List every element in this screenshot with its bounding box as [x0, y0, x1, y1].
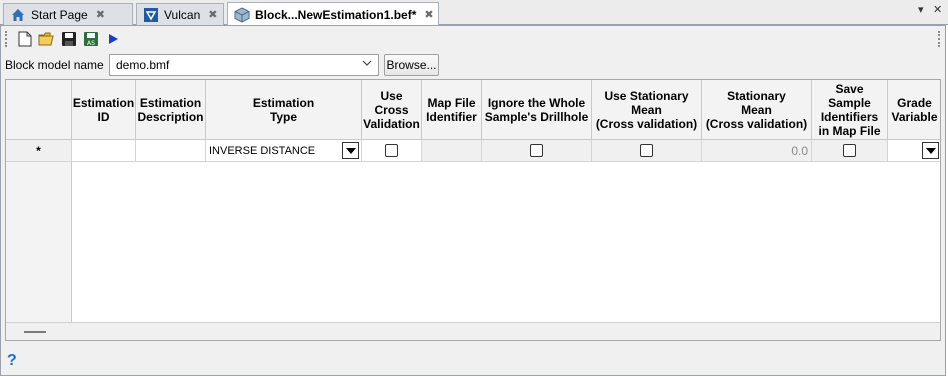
- column-header-stationary-mean[interactable]: Stationary Mean (Cross validation): [702, 80, 812, 140]
- block-model-icon: [234, 6, 250, 23]
- column-header-grade-variable[interactable]: Grade Variable: [888, 80, 940, 140]
- tab-label: Start Page: [31, 7, 88, 22]
- column-header-estimation-description[interactable]: Estimation Description: [136, 80, 206, 140]
- estimation-grid: Estimation ID Estimation Description Est…: [5, 79, 941, 341]
- vulcan-icon: [143, 7, 159, 23]
- browse-button[interactable]: Browse...: [384, 54, 439, 76]
- column-header-ignore-drillhole[interactable]: Ignore the Whole Sample's Drillhole: [482, 80, 592, 140]
- open-folder-icon[interactable]: [36, 29, 58, 49]
- column-header-save-sample-identifiers[interactable]: Save Sample Identifiers in Map File: [812, 80, 888, 140]
- use-stationary-mean-cell: [592, 140, 702, 162]
- table-row-new: * INVERSE DISTANCE 0.0: [6, 140, 940, 162]
- column-header-map-file-identifier[interactable]: Map File Identifier: [422, 80, 482, 140]
- row-header-corner: [6, 80, 72, 140]
- stationary-mean-cell[interactable]: 0.0: [702, 140, 812, 162]
- save-sample-identifiers-checkbox[interactable]: [843, 144, 856, 157]
- toolbar-grip-right[interactable]: [938, 31, 941, 47]
- ignore-drillhole-checkbox[interactable]: [530, 144, 543, 157]
- close-icon[interactable]: ✖: [96, 8, 105, 21]
- grade-variable-combobox[interactable]: [888, 140, 940, 162]
- column-header-use-cross-validation[interactable]: Use Cross Validation: [362, 80, 422, 140]
- help-icon[interactable]: ?: [7, 352, 17, 370]
- tab-label: Block...NewEstimation1.bef*: [255, 7, 417, 22]
- save-icon[interactable]: [58, 29, 80, 49]
- row-header-new[interactable]: *: [6, 140, 72, 162]
- splitter-handle-icon[interactable]: [24, 331, 46, 333]
- new-file-icon[interactable]: [14, 29, 36, 49]
- save-sample-identifiers-cell: [812, 140, 888, 162]
- map-file-identifier-cell[interactable]: [422, 140, 482, 162]
- dropdown-arrow-icon[interactable]: [922, 142, 939, 159]
- tab-label: Vulcan: [164, 7, 201, 22]
- block-model-row: Block model name demo.bmf Browse...: [5, 54, 439, 76]
- estimation-type-combobox[interactable]: INVERSE DISTANCE: [206, 140, 362, 162]
- block-model-combobox[interactable]: demo.bmf: [109, 54, 379, 76]
- tab-block-estimation[interactable]: Block...NewEstimation1.bef* ✖: [227, 2, 439, 26]
- close-icon[interactable]: ✖: [208, 8, 217, 21]
- column-header-estimation-type[interactable]: Estimation Type: [206, 80, 362, 140]
- estimation-type-value: INVERSE DISTANCE: [209, 144, 316, 157]
- use-cross-validation-cell: [362, 140, 422, 162]
- tab-start-page[interactable]: Start Page ✖: [3, 3, 133, 25]
- tab-list-dropdown-icon[interactable]: ▾: [918, 3, 924, 16]
- estimation-id-cell[interactable]: [72, 140, 136, 162]
- toolbar: AS: [5, 28, 943, 50]
- save-as-icon[interactable]: AS: [80, 29, 102, 49]
- home-icon: [10, 7, 26, 23]
- dropdown-arrow-icon[interactable]: [342, 142, 359, 159]
- document-tab-strip: Start Page ✖ Vulcan ✖ Block...NewEstimat…: [0, 0, 948, 26]
- use-stationary-mean-checkbox[interactable]: [640, 144, 653, 157]
- block-model-value: demo.bmf: [116, 58, 170, 72]
- row-header-column: [6, 162, 72, 322]
- grid-splitter[interactable]: [6, 322, 940, 340]
- chevron-down-icon[interactable]: [362, 58, 372, 71]
- estimation-editor-panel: AS Block model name demo.bmf Browse... E…: [0, 25, 946, 376]
- estimation-description-cell[interactable]: [136, 140, 206, 162]
- use-cross-validation-checkbox[interactable]: [385, 144, 398, 157]
- window-close-icon[interactable]: ✕: [933, 3, 942, 16]
- column-header-estimation-id[interactable]: Estimation ID: [72, 80, 136, 140]
- toolbar-grip[interactable]: [5, 31, 8, 47]
- grid-header-row: Estimation ID Estimation Description Est…: [6, 80, 940, 140]
- column-header-use-stationary-mean[interactable]: Use Stationary Mean (Cross validation): [592, 80, 702, 140]
- block-model-label: Block model name: [5, 58, 104, 72]
- close-icon[interactable]: ✖: [424, 8, 433, 21]
- ignore-drillhole-cell: [482, 140, 592, 162]
- tab-vulcan[interactable]: Vulcan ✖: [136, 3, 224, 25]
- svg-text:AS: AS: [87, 40, 95, 47]
- run-icon[interactable]: [102, 29, 124, 49]
